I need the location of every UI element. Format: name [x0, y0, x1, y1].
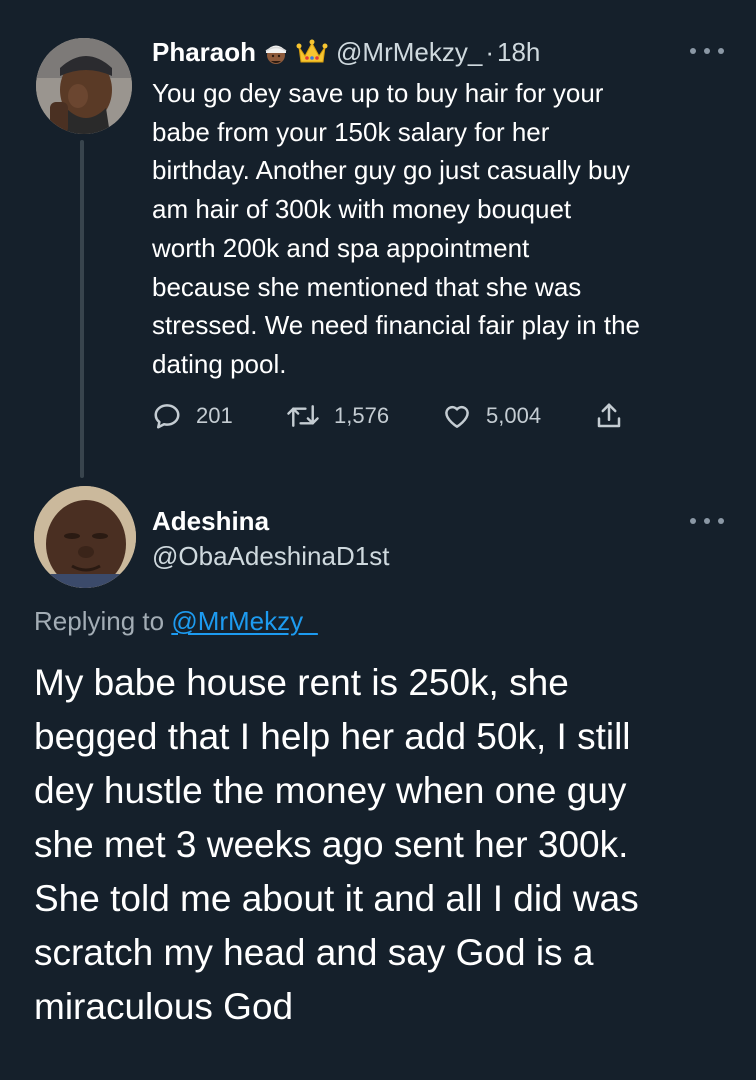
reply-button[interactable]: 201	[152, 398, 233, 434]
author-name[interactable]: Adeshina	[152, 504, 269, 538]
thread-connector-line	[80, 140, 84, 478]
reply-text-line: dey hustle the money when one guy	[34, 770, 627, 811]
tweet-text-line: birthday. Another guy go just casually b…	[152, 155, 630, 186]
reply-text-line: She told me about it and all I did was	[34, 878, 639, 919]
profile-photo	[36, 38, 132, 134]
tweet-timestamp[interactable]: 18h	[497, 37, 540, 68]
tweet-text-line: am hair of 300k with money bouquet	[152, 194, 572, 225]
tweet-text-line: You go dey save up to buy hair for your	[152, 78, 604, 108]
person-wearing-turban-emoji-icon	[262, 38, 290, 66]
reply-text-line: begged that I help her add 50k, I still	[34, 716, 631, 757]
heart-icon	[442, 401, 472, 431]
retweet-count: 1,576	[334, 403, 390, 428]
tweet-text-line: babe from your 150k salary for her	[152, 116, 550, 147]
retweet-button[interactable]: 1,576	[286, 398, 389, 434]
separator-dot: ·	[485, 36, 494, 67]
reply-icon	[152, 401, 182, 431]
reply-count: 201	[196, 403, 233, 428]
more-options-icon[interactable]	[690, 46, 724, 56]
tweet-text-line: worth 200k and spa appointment	[152, 232, 530, 263]
reply-text: My babe house rent is 250k, she begged t…	[34, 656, 744, 1034]
author-handle[interactable]: @MrMekzy_	[336, 37, 482, 68]
replying-prefix: Replying to	[34, 606, 165, 636]
replying-to-link[interactable]: @MrMekzy_	[171, 606, 317, 636]
reply-text-line: My babe house rent is 250k, she	[34, 662, 569, 703]
share-icon	[594, 401, 624, 431]
author-handle[interactable]: @ObaAdeshinaD1st	[152, 539, 389, 573]
replying-to-label: Replying to @MrMekzy_	[34, 603, 318, 639]
avatar-pharaoh[interactable]	[36, 38, 132, 134]
profile-photo	[34, 486, 136, 588]
author-name[interactable]: Pharaoh	[152, 37, 256, 68]
crown-emoji-icon	[296, 38, 328, 66]
reply-text-line: scratch my head and say God is a	[34, 932, 594, 973]
like-button[interactable]: 5,004	[442, 398, 541, 434]
tweet-text-line: stressed. We need financial fair play in…	[152, 310, 641, 341]
tweet-text-line: dating pool.	[152, 348, 287, 379]
tweet-text-line: because she mentioned that she was	[152, 271, 582, 302]
more-options-icon[interactable]	[690, 516, 724, 526]
avatar-adeshina[interactable]	[34, 486, 136, 588]
retweet-icon	[286, 401, 320, 431]
tweet-actions: 201 1,576 5,004	[152, 398, 632, 434]
reply-text-line: she met 3 weeks ago sent her 300k.	[34, 824, 629, 865]
share-button[interactable]	[594, 398, 624, 434]
tweet-header: Pharaoh @MrMekzy_ · 18h	[152, 36, 540, 68]
reply-text-line: miraculous God	[34, 986, 294, 1027]
like-count: 5,004	[486, 403, 542, 428]
tweet-text: You go dey save up to buy hair for your …	[152, 74, 732, 384]
